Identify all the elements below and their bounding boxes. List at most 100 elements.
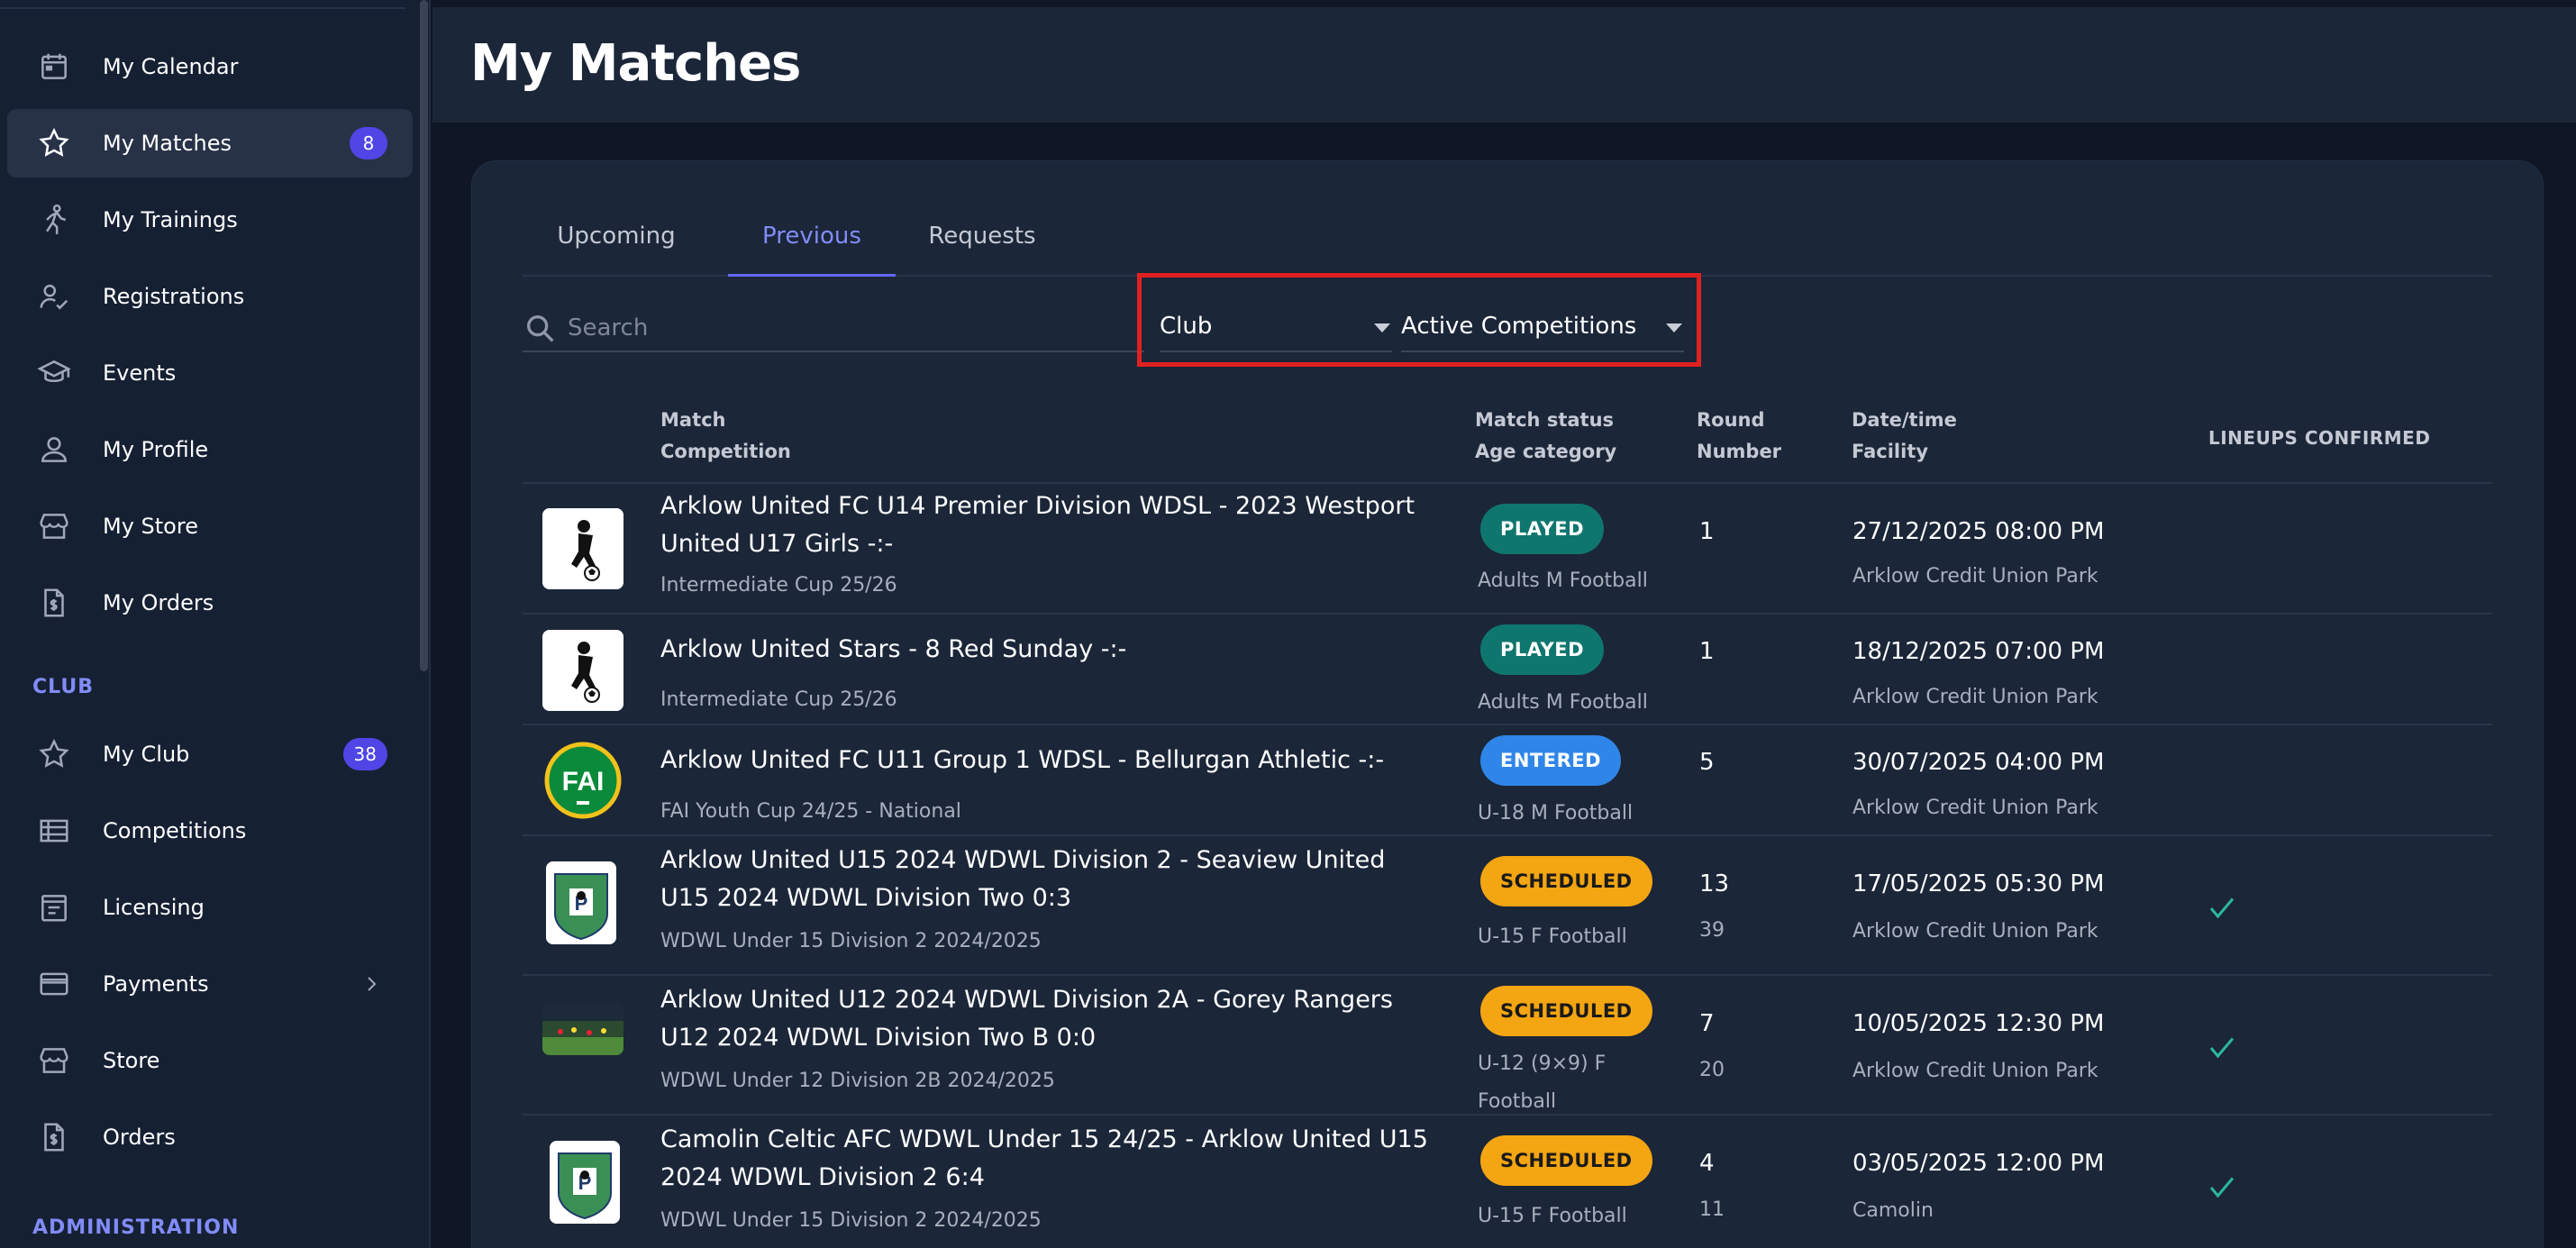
header-facility: Facility xyxy=(1852,441,1929,462)
sidebar-item-label: Events xyxy=(103,360,177,386)
sidebar-item-payments[interactable]: Payments xyxy=(7,950,413,1018)
header-match-competition[interactable]: Match Competition xyxy=(660,405,791,468)
sidebar-divider xyxy=(0,7,405,9)
sidebar-item-events[interactable]: Events xyxy=(7,339,413,407)
header-match-status: Match status xyxy=(1475,409,1615,431)
match-datetime: 10/05/2025 12:30 PM xyxy=(1852,1010,2105,1037)
table-row[interactable]: Arklow United Stars - 8 Red Sunday -:- I… xyxy=(523,615,2492,725)
count-badge: 38 xyxy=(342,738,387,770)
sidebar-item-label: My Store xyxy=(103,514,198,539)
sidebar-scrollbar[interactable] xyxy=(420,0,428,671)
match-title[interactable]: Camolin Celtic AFC WDWL Under 15 24/25 -… xyxy=(660,1121,1435,1197)
match-facility: Arklow Credit Union Park xyxy=(1852,920,2098,943)
match-facility: Arklow Credit Union Park xyxy=(1852,1060,2098,1082)
header-status-age[interactable]: Match status Age category xyxy=(1475,405,1616,468)
sidebar-section-club: CLUB xyxy=(32,676,95,698)
number-value: 20 xyxy=(1699,1059,1725,1081)
header-datetime: Date/time xyxy=(1852,409,1957,431)
match-title[interactable]: Arklow United FC U11 Group 1 WDSL - Bell… xyxy=(660,742,1435,779)
chevron-right-icon[interactable] xyxy=(360,973,382,995)
sidebar-item-my-orders[interactable]: My Orders xyxy=(7,569,413,637)
round-value: 1 xyxy=(1699,518,1715,545)
match-facility: Arklow Credit Union Park xyxy=(1852,686,2098,708)
table-row[interactable]: Arklow United U12 2024 WDWL Division 2A … xyxy=(523,976,2492,1116)
license-icon xyxy=(36,889,72,925)
round-value: 5 xyxy=(1699,749,1715,776)
match-datetime: 18/12/2025 07:00 PM xyxy=(1852,638,2105,665)
header-lineups-confirmed[interactable]: LINEUPS CONFIRMED xyxy=(2208,427,2430,449)
sidebar-item-label: My Orders xyxy=(103,590,214,615)
club-logo xyxy=(542,508,624,589)
tab-upcoming[interactable]: Upcoming xyxy=(523,215,710,277)
number-value: 11 xyxy=(1699,1198,1725,1221)
match-title[interactable]: Arklow United FC U14 Premier Division WD… xyxy=(660,487,1435,563)
status-badge: PLAYED xyxy=(1480,624,1604,675)
sidebar-item-competitions[interactable]: Competitions xyxy=(7,797,413,865)
sidebar-item-label: Competitions xyxy=(103,818,247,843)
age-category: U-12 (9×9) F Football xyxy=(1478,1052,1607,1113)
sidebar: My Calendar My Matches 8 My Trainings Re… xyxy=(0,0,431,1248)
search-icon xyxy=(527,315,554,342)
calendar-icon xyxy=(36,49,72,85)
club-logo: P xyxy=(550,1141,620,1224)
match-competition: WDWL Under 15 Division 2 2024/2025 xyxy=(660,930,1042,952)
club-logo xyxy=(542,630,624,711)
age-category: Adults M Football xyxy=(1478,691,1648,714)
club-logo: P xyxy=(546,861,616,944)
match-facility: Camolin xyxy=(1852,1199,1934,1222)
table-row[interactable]: FAI Arklow United FC U11 Group 1 WDSL - … xyxy=(523,725,2492,836)
sidebar-item-registrations[interactable]: Registrations xyxy=(7,262,413,331)
star-icon xyxy=(36,736,72,772)
sidebar-item-my-matches[interactable]: My Matches 8 xyxy=(7,109,413,178)
match-datetime: 17/05/2025 05:30 PM xyxy=(1852,870,2105,897)
sidebar-item-licensing[interactable]: Licensing xyxy=(7,873,413,942)
match-title[interactable]: Arklow United U15 2024 WDWL Division 2 -… xyxy=(660,842,1435,917)
header-round: Round xyxy=(1697,409,1765,431)
round-value: 4 xyxy=(1699,1150,1715,1177)
tab-requests[interactable]: Requests xyxy=(901,215,1063,277)
sidebar-item-label: Store xyxy=(103,1048,160,1073)
status-badge: SCHEDULED xyxy=(1480,1135,1652,1186)
sidebar-item-orders[interactable]: Orders xyxy=(7,1103,413,1171)
count-badge: 8 xyxy=(350,127,387,159)
check-icon xyxy=(2209,1177,2235,1198)
person-check-icon xyxy=(36,278,72,314)
header-number: Number xyxy=(1697,441,1782,462)
sidebar-item-my-profile[interactable]: My Profile xyxy=(7,415,413,484)
club-logo: FAI xyxy=(542,740,624,821)
table-row[interactable]: P Arklow United U15 2024 WDWL Division 2… xyxy=(523,836,2492,976)
header-datetime-facility[interactable]: Date/time Facility xyxy=(1852,405,1957,468)
check-icon xyxy=(2209,897,2235,919)
table-row[interactable]: P Camolin Celtic AFC WDWL Under 15 24/25… xyxy=(523,1116,2492,1248)
age-category: U-15 F Football xyxy=(1478,1205,1627,1227)
star-icon xyxy=(36,125,72,161)
sidebar-item-my-store[interactable]: My Store xyxy=(7,492,413,560)
running-icon xyxy=(36,202,72,238)
page-title: My Matches xyxy=(470,34,801,93)
sidebar-item-my-calendar[interactable]: My Calendar xyxy=(7,32,413,101)
sidebar-item-label: My Trainings xyxy=(103,207,238,232)
invoice-icon xyxy=(36,585,72,621)
sidebar-item-my-club[interactable]: My Club 38 xyxy=(7,720,413,788)
sidebar-item-my-trainings[interactable]: My Trainings xyxy=(7,186,413,254)
round-value: 7 xyxy=(1699,1010,1715,1037)
highlight-annotation xyxy=(1137,273,1701,367)
match-competition: Intermediate Cup 25/26 xyxy=(660,574,897,597)
match-facility: Arklow Credit Union Park xyxy=(1852,797,2098,819)
match-title[interactable]: Arklow United U12 2024 WDWL Division 2A … xyxy=(660,981,1435,1057)
match-competition: WDWL Under 12 Division 2B 2024/2025 xyxy=(660,1070,1055,1092)
number-value: 39 xyxy=(1699,919,1725,942)
tab-previous[interactable]: Previous xyxy=(728,215,896,277)
sidebar-item-store[interactable]: Store xyxy=(7,1026,413,1095)
status-badge: ENTERED xyxy=(1480,735,1622,786)
list-icon xyxy=(36,813,72,849)
invoice-icon xyxy=(36,1119,72,1155)
club-logo xyxy=(542,1005,624,1055)
search-input[interactable] xyxy=(568,307,1126,349)
graduation-cap-icon xyxy=(36,355,72,391)
header-round-number[interactable]: Round Number xyxy=(1697,405,1781,468)
page-header: My Matches xyxy=(432,7,2576,123)
table-row[interactable]: Arklow United FC U14 Premier Division WD… xyxy=(523,484,2492,615)
match-title[interactable]: Arklow United Stars - 8 Red Sunday -:- xyxy=(660,631,1435,669)
match-competition: WDWL Under 15 Division 2 2024/2025 xyxy=(660,1209,1042,1232)
